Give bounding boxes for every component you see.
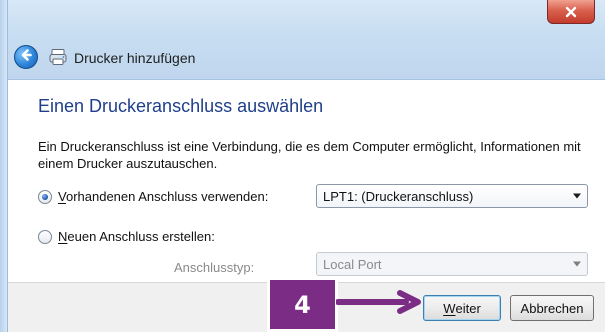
port-type-value: Local Port	[323, 256, 382, 272]
port-type-label: Anschlusstyp:	[174, 260, 255, 275]
back-arrow-icon	[17, 46, 35, 69]
page-heading: Einen Druckeranschluss auswählen	[38, 96, 324, 116]
next-label-rest: eiter	[455, 300, 481, 316]
radio-new-port[interactable]	[38, 230, 52, 244]
chevron-down-icon	[573, 193, 581, 199]
window-frame-left	[0, 0, 8, 332]
radio-label-existing-port[interactable]: Vorhandenen Anschluss verwenden:	[58, 189, 268, 204]
page-description: Ein Druckeranschluss ist eine Verbindung…	[38, 139, 581, 171]
add-printer-dialog: Drucker hinzufügen Einen Druckeranschlus…	[0, 0, 605, 332]
step-badge: 4	[267, 277, 338, 332]
port-type-select: Local Port	[316, 252, 588, 276]
printer-icon	[48, 48, 68, 66]
radio-selected-dot	[42, 194, 48, 200]
label-existing-rest: orhandenen Anschluss verwenden:	[65, 189, 269, 204]
close-button[interactable]	[547, 0, 595, 24]
accesskey-v: V	[58, 189, 66, 204]
chevron-down-icon	[573, 261, 581, 267]
accesskey-w: W	[443, 300, 456, 316]
title-bar	[0, 0, 605, 80]
cancel-button[interactable]: Abbrechen	[510, 295, 594, 321]
existing-port-select[interactable]: LPT1: (Druckeranschluss)	[316, 184, 588, 208]
next-button[interactable]: Weiter	[423, 295, 501, 321]
label-new-rest: euen Anschluss erstellen:	[67, 229, 215, 244]
close-icon	[561, 2, 581, 22]
back-button[interactable]	[14, 45, 38, 69]
existing-port-value: LPT1: (Druckeranschluss)	[323, 188, 474, 204]
window-title: Drucker hinzufügen	[74, 50, 196, 66]
arrow-right-icon	[335, 288, 424, 316]
radio-existing-port[interactable]	[38, 190, 52, 204]
radio-label-new-port[interactable]: Neuen Anschluss erstellen:	[58, 229, 215, 244]
accesskey-n: N	[58, 229, 68, 244]
